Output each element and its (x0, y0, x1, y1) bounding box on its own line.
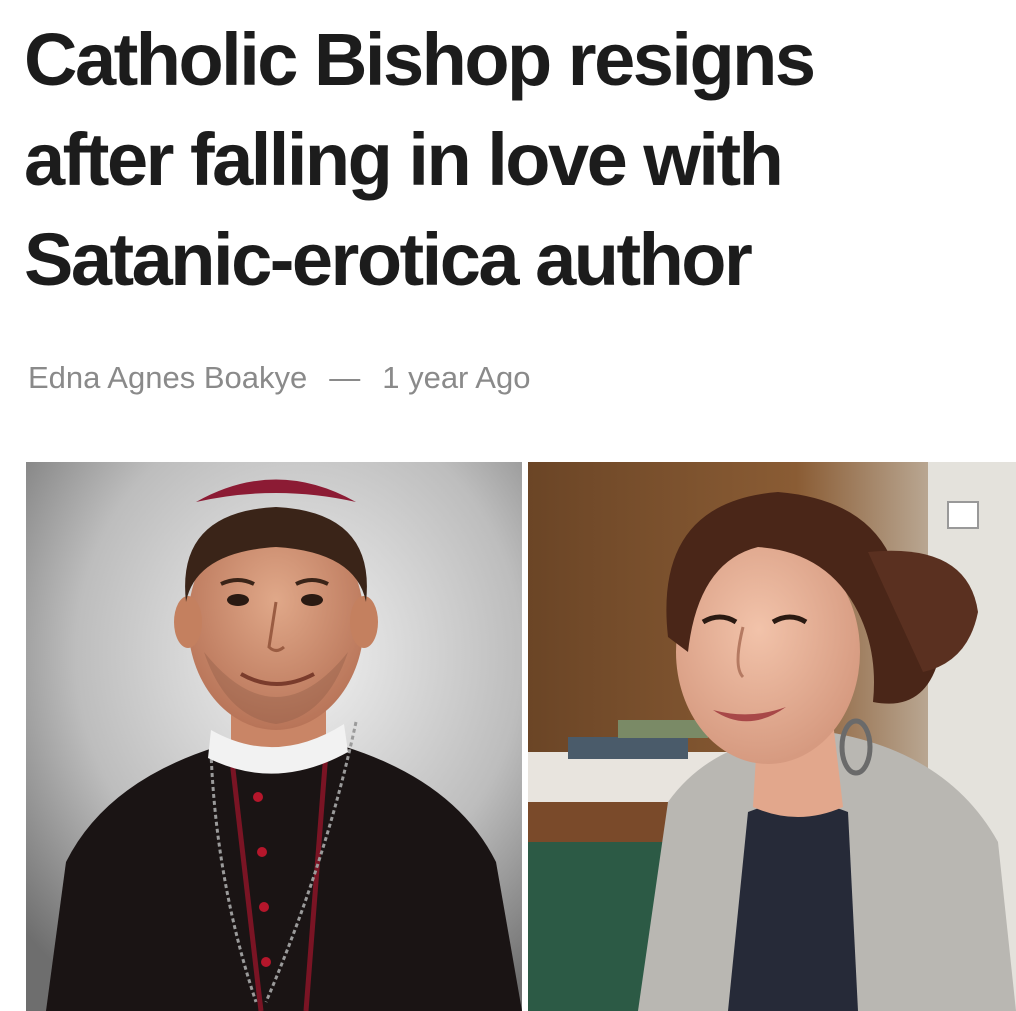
bishop-photo[interactable] (26, 462, 522, 1011)
woman-portrait-image (528, 462, 1016, 1011)
bishop-portrait-image (26, 462, 522, 1011)
headline-line-1: Catholic Bishop resigns (24, 18, 816, 101)
article-photos (26, 462, 1016, 1011)
article-byline: Edna Agnes Boakye — 1 year Ago (28, 360, 530, 396)
author-name[interactable]: Edna Agnes Boakye (28, 360, 307, 395)
byline-separator: — (329, 360, 361, 395)
article-headline: Catholic Bishop resigns after falling in… (24, 10, 1004, 310)
headline-line-2: after falling in love with (24, 118, 784, 201)
publish-time: 1 year Ago (382, 360, 531, 395)
author-photo[interactable] (528, 462, 1016, 1011)
headline-line-3: Satanic-erotica author (24, 218, 753, 301)
